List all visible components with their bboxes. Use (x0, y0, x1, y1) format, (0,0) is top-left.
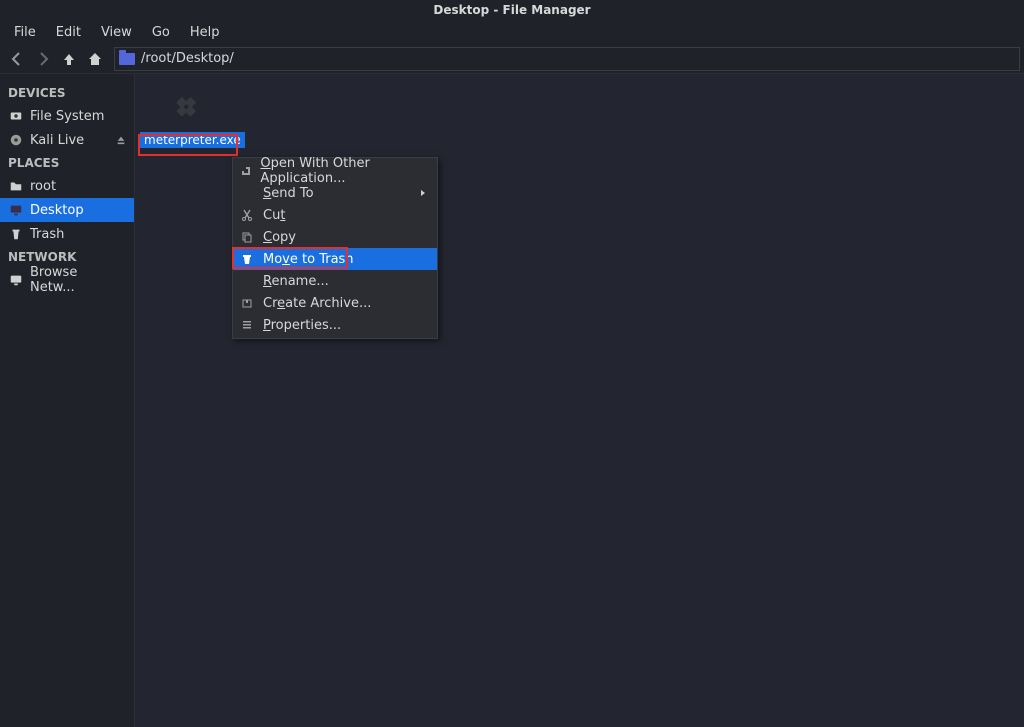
trash-icon (239, 251, 255, 267)
sidebar-item-label: Trash (30, 227, 64, 242)
ctx-send-to[interactable]: Send To (233, 182, 437, 204)
ctx-properties[interactable]: Properties... (233, 314, 437, 336)
sidebar-item-kalilive[interactable]: Kali Live (0, 128, 134, 152)
home-button[interactable] (82, 46, 108, 72)
file-label: meterpreter.exe (140, 132, 245, 148)
menu-help[interactable]: Help (180, 23, 230, 42)
desktop-icon (8, 202, 24, 218)
window-titlebar: Desktop - File Manager (0, 0, 1024, 20)
network-icon (8, 272, 24, 288)
cut-icon (239, 207, 255, 223)
sidebar-item-browse-network[interactable]: Browse Netw... (0, 268, 134, 292)
sidebar: DEVICES File System Kali Live PLACES roo… (0, 74, 135, 727)
menu-edit[interactable]: Edit (46, 23, 91, 42)
ctx-copy[interactable]: Copy (233, 226, 437, 248)
trash-icon (8, 226, 24, 242)
folder-icon (119, 53, 135, 65)
sidebar-header-places: PLACES (0, 152, 134, 174)
ctx-move-to-trash[interactable]: Move to Trash (233, 248, 437, 270)
menu-view[interactable]: View (91, 23, 142, 42)
ctx-label: Send To (263, 186, 314, 201)
menubar: File Edit View Go Help (0, 20, 1024, 44)
ctx-rename[interactable]: Rename... (233, 270, 437, 292)
path-field[interactable]: /root/Desktop/ (114, 47, 1020, 71)
folder-icon (8, 178, 24, 194)
properties-icon (239, 317, 255, 333)
blank-icon (239, 185, 255, 201)
ctx-label: Cut (263, 208, 285, 223)
launch-icon (239, 163, 252, 179)
ctx-label: Rename... (263, 274, 329, 289)
sidebar-item-root[interactable]: root (0, 174, 134, 198)
archive-icon (239, 295, 255, 311)
sidebar-item-filesystem[interactable]: File System (0, 104, 134, 128)
sidebar-item-label: Kali Live (30, 133, 84, 148)
main-area: DEVICES File System Kali Live PLACES roo… (0, 74, 1024, 727)
blank-icon (239, 273, 255, 289)
sidebar-item-label: Browse Netw... (30, 265, 126, 295)
copy-icon (239, 229, 255, 245)
sidebar-item-desktop[interactable]: Desktop (0, 198, 134, 222)
sidebar-item-label: File System (30, 109, 104, 124)
sidebar-header-devices: DEVICES (0, 82, 134, 104)
disc-icon (8, 132, 24, 148)
ctx-label: Create Archive... (263, 296, 371, 311)
sidebar-item-label: Desktop (30, 203, 84, 218)
sidebar-item-label: root (30, 179, 56, 194)
sidebar-item-trash[interactable]: Trash (0, 222, 134, 246)
up-button[interactable] (56, 46, 82, 72)
eject-icon[interactable] (116, 135, 126, 145)
executable-icon (165, 80, 213, 128)
ctx-label: Move to Trash (263, 252, 354, 267)
submenu-arrow-icon (419, 189, 427, 197)
menu-file[interactable]: File (4, 23, 46, 42)
drive-icon (8, 108, 24, 124)
ctx-open-with[interactable]: Open With Other Application... (233, 160, 437, 182)
back-button[interactable] (4, 46, 30, 72)
file-item[interactable]: meterpreter.exe (140, 80, 238, 148)
menu-go[interactable]: Go (142, 23, 180, 42)
context-menu: Open With Other Application... Send To C… (232, 157, 438, 339)
window-title: Desktop - File Manager (433, 3, 590, 17)
ctx-create-archive[interactable]: Create Archive... (233, 292, 437, 314)
path-text: /root/Desktop/ (141, 51, 234, 66)
forward-button[interactable] (30, 46, 56, 72)
toolbar: /root/Desktop/ (0, 44, 1024, 74)
ctx-label: Properties... (263, 318, 341, 333)
ctx-label: Copy (263, 230, 296, 245)
ctx-cut[interactable]: Cut (233, 204, 437, 226)
